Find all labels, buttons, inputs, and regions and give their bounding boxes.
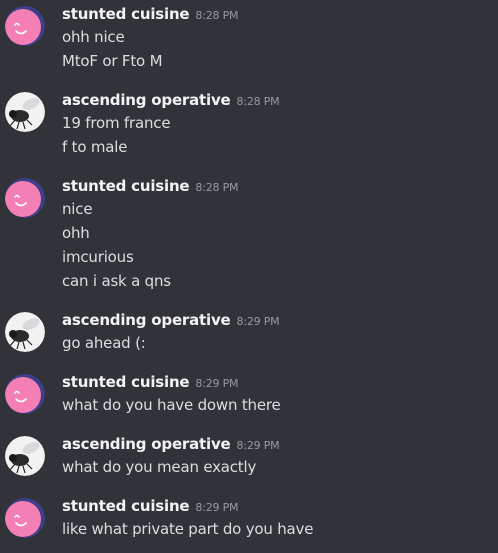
username[interactable]: ascending operative — [62, 311, 231, 329]
message-text: imcurious — [62, 248, 134, 266]
pink-smiley-avatar-icon — [5, 178, 45, 218]
message-group: ascending operative 8:28 PM 19 from franc… — [0, 90, 498, 156]
message-group: stunted cuisine 8:29 PM what do you have … — [0, 372, 498, 414]
user-avatar[interactable] — [5, 436, 45, 476]
message-text: f to male — [62, 138, 128, 156]
username[interactable]: ascending operative — [62, 91, 231, 109]
message-group: ascending operative 8:29 PM what do you m… — [0, 434, 498, 476]
timestamp[interactable]: 8:29 PM — [237, 439, 280, 452]
message-text: what do you mean exactly — [62, 458, 257, 476]
user-avatar[interactable] — [5, 312, 45, 352]
username[interactable]: stunted cuisine — [62, 177, 190, 195]
message-text: 19 from france — [62, 114, 171, 132]
fly-avatar-icon — [5, 92, 45, 132]
message-header: ascending operative 8:29 PM — [62, 310, 280, 330]
user-avatar[interactable] — [5, 6, 45, 46]
message-text: nice — [62, 200, 93, 218]
chat-messages: stunted cuisine 8:28 PM ohh nice MtoF or … — [0, 0, 498, 553]
message-header: ascending operative 8:28 PM — [62, 90, 280, 110]
message-text: go ahead (: — [62, 334, 146, 352]
message-text: ohh nice — [62, 28, 125, 46]
username[interactable]: stunted cuisine — [62, 5, 190, 23]
user-avatar[interactable] — [5, 498, 45, 538]
timestamp[interactable]: 8:29 PM — [237, 315, 280, 328]
username[interactable]: stunted cuisine — [62, 373, 190, 391]
fly-avatar-icon — [5, 436, 45, 476]
user-avatar[interactable] — [5, 92, 45, 132]
message-text: what do you have down there — [62, 396, 281, 414]
timestamp[interactable]: 8:29 PM — [195, 377, 238, 390]
fly-avatar-icon — [5, 312, 45, 352]
message-text: can i ask a qns — [62, 272, 171, 290]
timestamp[interactable]: 8:28 PM — [195, 181, 238, 194]
message-header: stunted cuisine 8:29 PM — [62, 372, 239, 392]
message-text: like what private part do you have — [62, 520, 314, 538]
message-header: ascending operative 8:29 PM — [62, 434, 280, 454]
pink-smiley-avatar-icon — [5, 498, 45, 538]
message-group: ascending operative 8:29 PM go ahead (: — [0, 310, 498, 352]
message-group: stunted cuisine 8:29 PM like what private… — [0, 496, 498, 538]
pink-smiley-avatar-icon — [5, 6, 45, 46]
pink-smiley-avatar-icon — [5, 374, 45, 414]
username[interactable]: ascending operative — [62, 435, 231, 453]
user-avatar[interactable] — [5, 178, 45, 218]
message-header: stunted cuisine 8:29 PM — [62, 496, 239, 516]
user-avatar[interactable] — [5, 374, 45, 414]
timestamp[interactable]: 8:28 PM — [195, 9, 238, 22]
message-header: stunted cuisine 8:28 PM — [62, 4, 239, 24]
message-group: stunted cuisine 8:28 PM nice ohh imcuriou… — [0, 176, 498, 290]
message-group: stunted cuisine 8:28 PM ohh nice MtoF or … — [0, 4, 498, 70]
message-text: ohh — [62, 224, 90, 242]
timestamp[interactable]: 8:29 PM — [195, 501, 238, 514]
message-text: MtoF or Fto M — [62, 52, 163, 70]
timestamp[interactable]: 8:28 PM — [237, 95, 280, 108]
username[interactable]: stunted cuisine — [62, 497, 190, 515]
message-header: stunted cuisine 8:28 PM — [62, 176, 239, 196]
